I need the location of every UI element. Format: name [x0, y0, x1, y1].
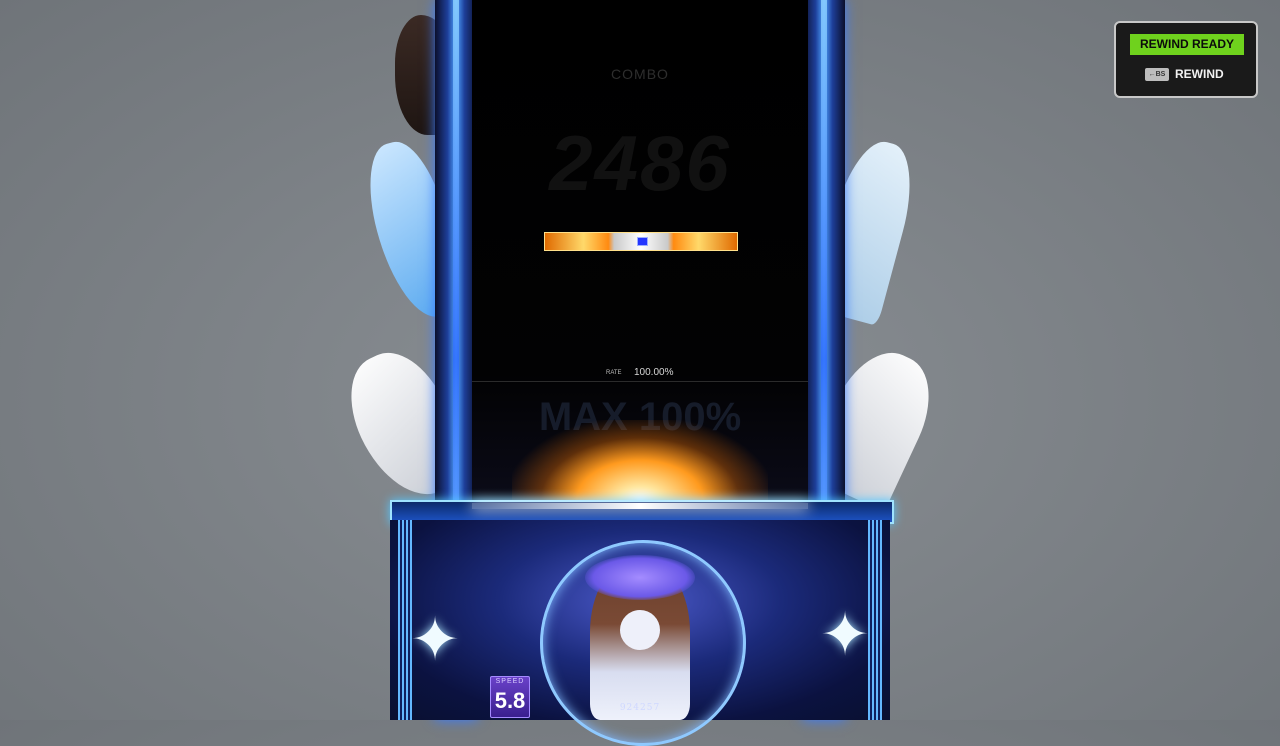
playfield-divider: [472, 381, 808, 382]
sparkle-icon: ✦: [819, 601, 871, 668]
score-display: 924257: [619, 703, 661, 713]
character-face: [620, 610, 660, 650]
character-bow: [585, 555, 695, 600]
judgement-line: [472, 503, 808, 509]
speed-indicator: SPEED 5.8: [490, 676, 530, 718]
timing-judge-bar: [544, 232, 738, 251]
combo-label: COMBO: [611, 66, 669, 82]
speed-value: 5.8: [494, 688, 526, 713]
rewind-ready-badge: REWIND READY: [1130, 34, 1244, 55]
backspace-key-icon: ←BS: [1145, 68, 1169, 81]
timing-marker: [637, 237, 648, 246]
rate-value: 100.00%: [634, 367, 674, 378]
rate-label: RATE: [606, 370, 622, 376]
rewind-panel: REWIND READY ←BS REWIND: [1114, 21, 1258, 98]
rewind-button[interactable]: REWIND: [1175, 67, 1224, 81]
speed-label: SPEED: [495, 678, 525, 685]
playfield: COMBO 2486 RATE 100.00% MAX 100%: [472, 0, 808, 520]
combo-counter: 2486: [549, 119, 731, 207]
sparkle-icon: ✦: [409, 606, 461, 673]
